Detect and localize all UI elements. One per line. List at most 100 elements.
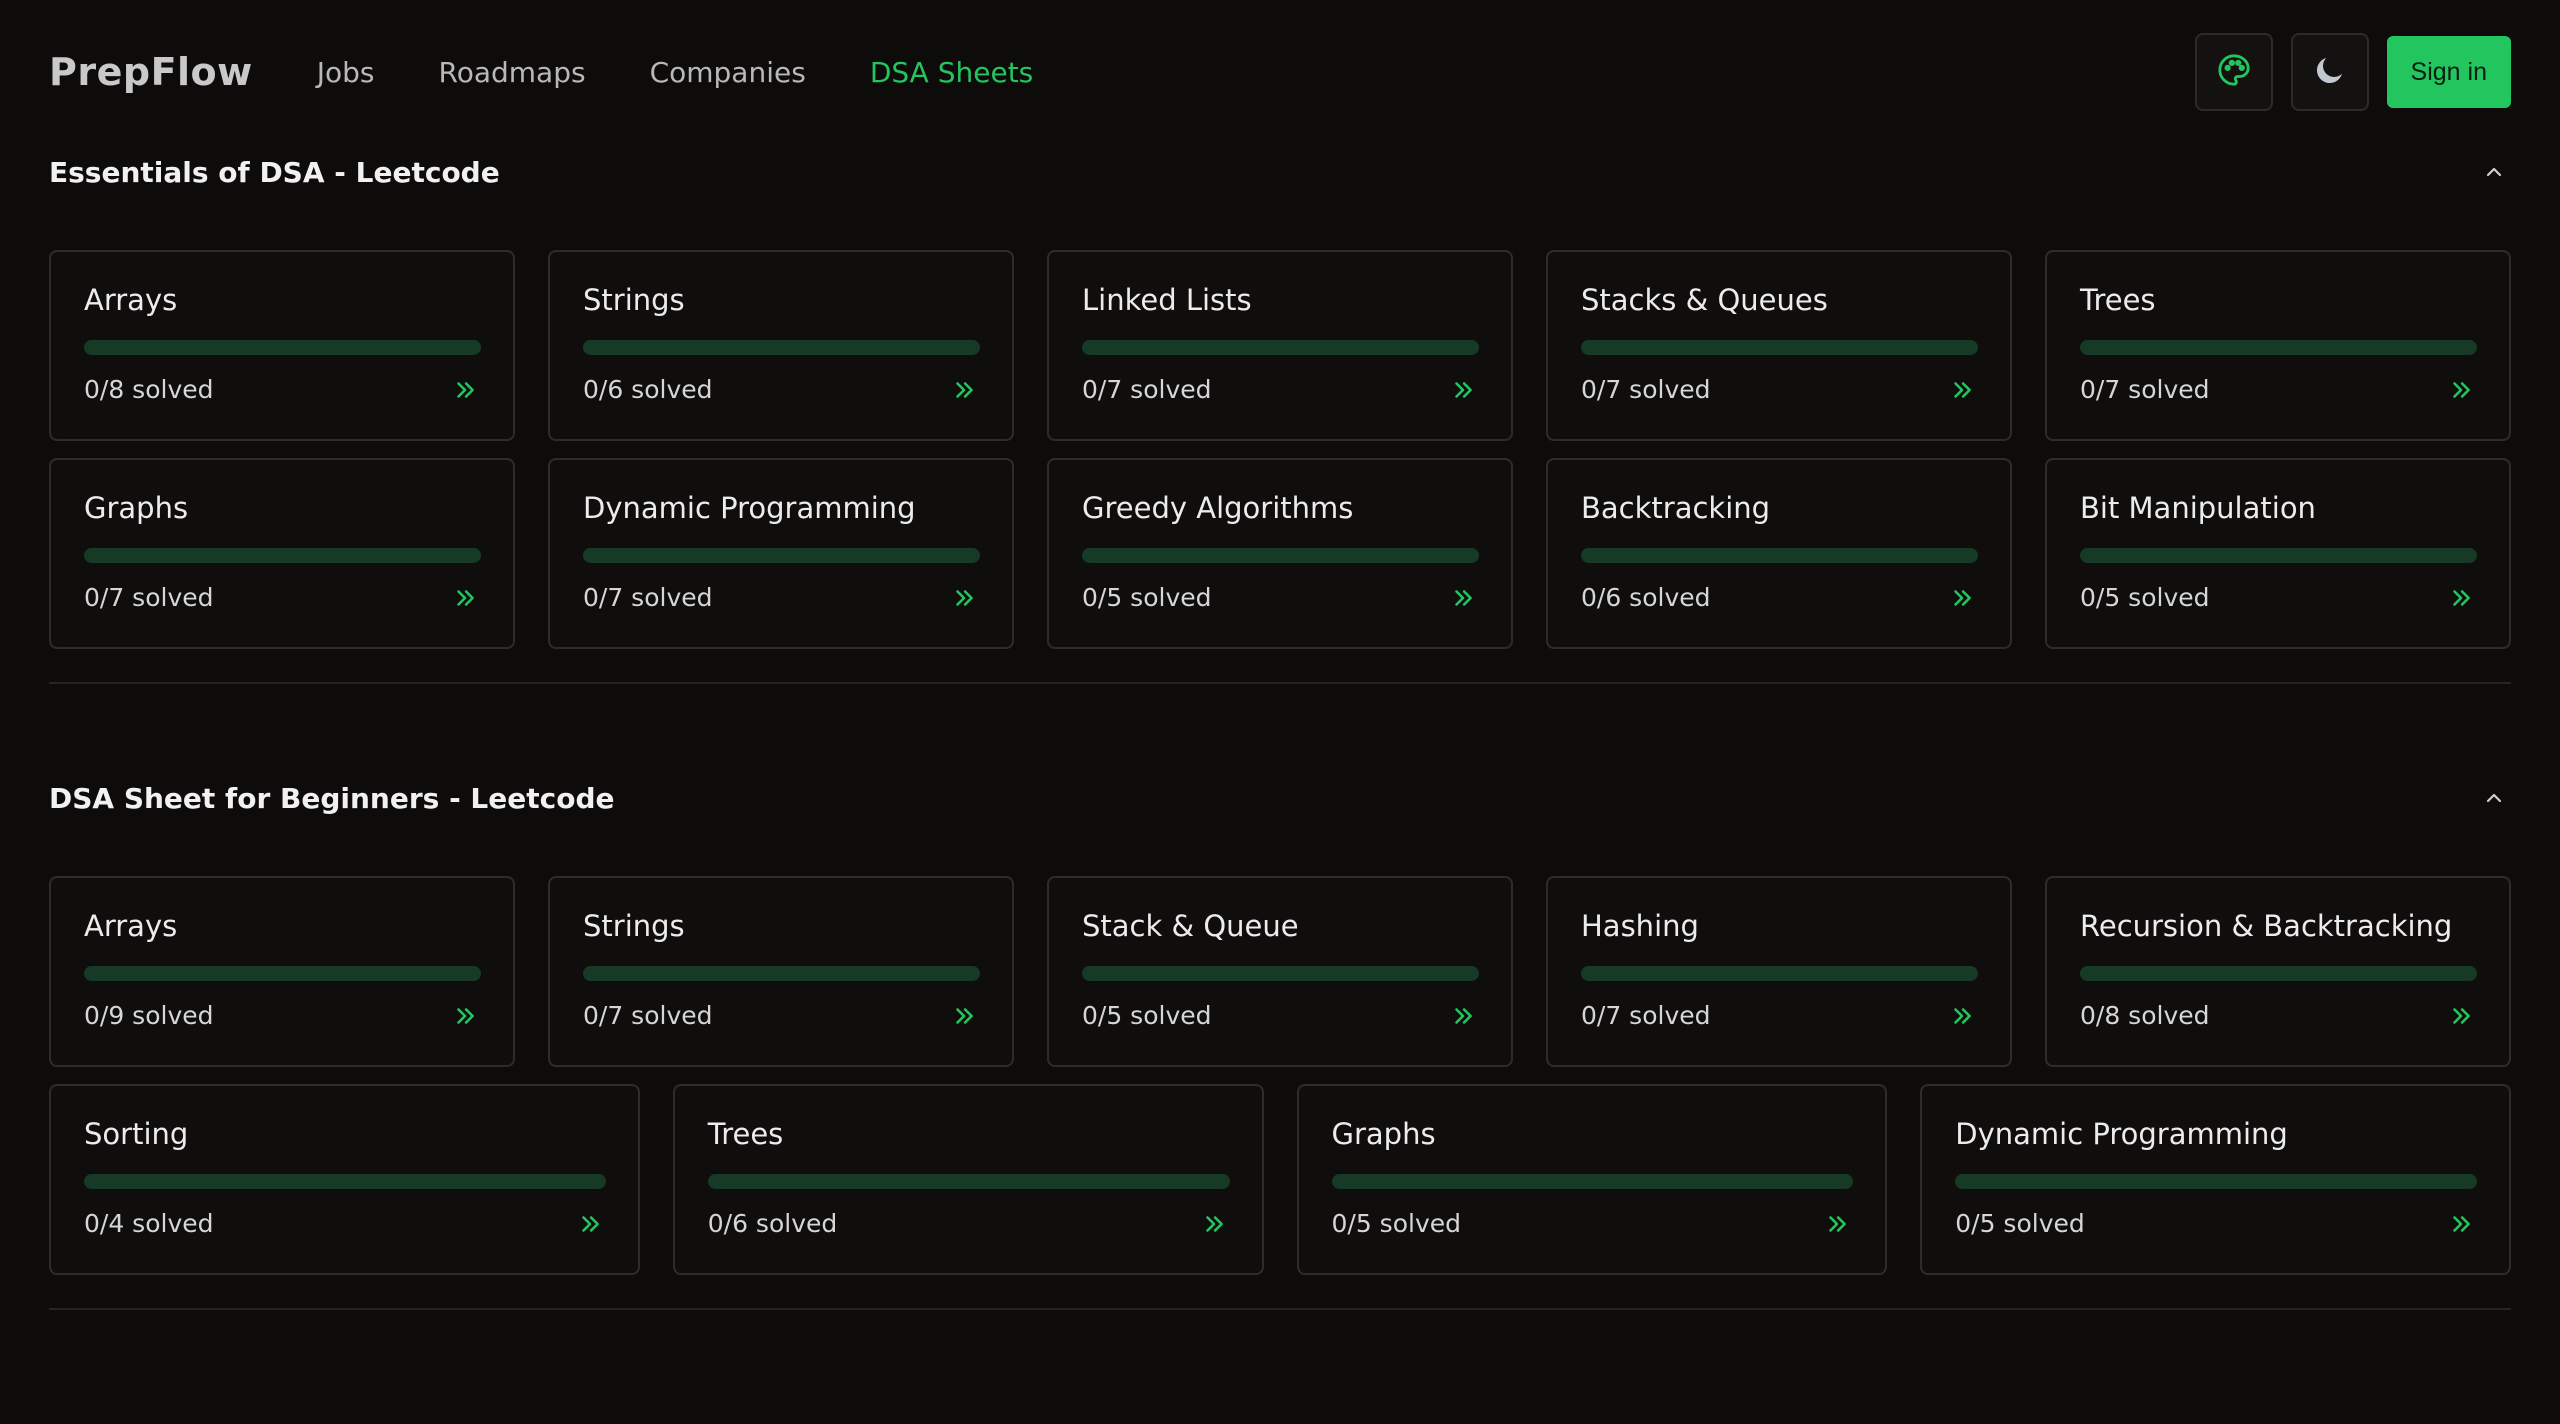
- card-footer: 0/5 solved: [1332, 1209, 1854, 1238]
- chevrons-right-icon[interactable]: [1948, 376, 1976, 404]
- topic-title: Sorting: [84, 1117, 189, 1151]
- card-footer: 0/7 solved: [84, 583, 481, 612]
- progress-bar: [1581, 548, 1978, 563]
- card-footer: 0/6 solved: [708, 1209, 1230, 1238]
- topic-title: Arrays: [84, 909, 178, 943]
- page: PrepFlow Jobs Roadmaps Companies DSA She…: [0, 0, 2560, 1424]
- topic-title: Arrays: [84, 283, 178, 317]
- solved-count: 0/5 solved: [2080, 583, 2210, 612]
- chevrons-right-icon[interactable]: [950, 584, 978, 612]
- card-footer: 0/7 solved: [1581, 1001, 1978, 1030]
- topic-card-trees[interactable]: Trees 0/7 solved: [2045, 250, 2511, 441]
- topic-card-bit-manipulation[interactable]: Bit Manipulation 0/5 solved: [2045, 458, 2511, 649]
- chevron-up-icon[interactable]: [2479, 157, 2509, 187]
- progress-bar: [1082, 340, 1479, 355]
- chevrons-right-icon[interactable]: [950, 1002, 978, 1030]
- topic-card-dynamic-programming[interactable]: Dynamic Programming 0/5 solved: [1920, 1084, 2511, 1275]
- topic-title: Bit Manipulation: [2080, 491, 2316, 525]
- topic-card-greedy-algorithms[interactable]: Greedy Algorithms 0/5 solved: [1047, 458, 1513, 649]
- topic-card-backtracking[interactable]: Backtracking 0/6 solved: [1546, 458, 2012, 649]
- chevrons-right-icon[interactable]: [950, 376, 978, 404]
- nav-roadmaps[interactable]: Roadmaps: [439, 56, 586, 89]
- solved-count: 0/7 solved: [583, 583, 713, 612]
- palette-icon: [2217, 53, 2251, 91]
- topic-title: Backtracking: [1581, 491, 1771, 525]
- topic-card-trees[interactable]: Trees 0/6 solved: [672, 1084, 1264, 1275]
- chevrons-right-icon[interactable]: [1200, 1210, 1228, 1238]
- topic-card-strings[interactable]: Strings 0/7 solved: [548, 876, 1014, 1067]
- topic-card-stacks-and-queues[interactable]: Stacks & Queues 0/7 solved: [1546, 250, 2012, 441]
- topic-title: Graphs: [84, 491, 189, 525]
- chevrons-right-icon[interactable]: [2447, 376, 2475, 404]
- progress-bar: [1082, 548, 1479, 563]
- chevrons-right-icon[interactable]: [1948, 1002, 1976, 1030]
- chevrons-right-icon[interactable]: [451, 1002, 479, 1030]
- section-header: DSA Sheet for Beginners - Leetcode: [49, 770, 2511, 826]
- progress-bar: [84, 966, 481, 981]
- chevrons-right-icon[interactable]: [2447, 1002, 2475, 1030]
- progress-bar: [84, 340, 481, 355]
- solved-count: 0/5 solved: [1331, 1209, 1462, 1238]
- chevrons-right-icon[interactable]: [2447, 1210, 2475, 1238]
- topic-card-hashing[interactable]: Hashing 0/7 solved: [1546, 876, 2012, 1067]
- solved-count: 0/7 solved: [84, 583, 214, 612]
- top-nav: PrepFlow Jobs Roadmaps Companies DSA She…: [49, 0, 2511, 144]
- chevrons-right-icon[interactable]: [1449, 1002, 1477, 1030]
- nav-jobs[interactable]: Jobs: [317, 56, 375, 89]
- nav-dsa-sheets[interactable]: DSA Sheets: [870, 56, 1033, 89]
- card-footer: 0/5 solved: [1955, 1209, 2477, 1238]
- topic-card-stack-and-queue[interactable]: Stack & Queue 0/5 solved: [1047, 876, 1513, 1067]
- topic-title: Stack & Queue: [1082, 909, 1299, 943]
- chevrons-right-icon[interactable]: [2447, 584, 2475, 612]
- solved-count: 0/7 solved: [1082, 375, 1212, 404]
- logo[interactable]: PrepFlow: [49, 50, 253, 94]
- chevrons-right-icon[interactable]: [451, 584, 479, 612]
- section-header: Essentials of DSA - Leetcode: [49, 144, 2511, 200]
- topic-card-dynamic-programming[interactable]: Dynamic Programming 0/7 solved: [548, 458, 1014, 649]
- topic-title: Recursion & Backtracking: [2080, 909, 2453, 943]
- card-footer: 0/6 solved: [1581, 583, 1978, 612]
- topic-card-arrays[interactable]: Arrays 0/8 solved: [49, 250, 515, 441]
- solved-count: 0/5 solved: [1955, 1209, 2085, 1238]
- chevrons-right-icon[interactable]: [576, 1210, 604, 1238]
- topic-card-sorting[interactable]: Sorting 0/4 solved: [49, 1084, 640, 1275]
- progress-bar: [1955, 1174, 2477, 1189]
- nav-links: Jobs Roadmaps Companies DSA Sheets: [317, 56, 1098, 89]
- progress-bar: [84, 1174, 606, 1189]
- sign-in-button[interactable]: Sign in: [2386, 36, 2511, 108]
- progress-bar: [84, 548, 481, 563]
- topic-title: Strings: [583, 283, 685, 317]
- section-title: Essentials of DSA - Leetcode: [49, 155, 500, 189]
- progress-bar: [583, 340, 980, 355]
- progress-bar: [1581, 340, 1978, 355]
- chevron-up-icon[interactable]: [2479, 783, 2509, 813]
- progress-bar: [1082, 966, 1479, 981]
- topic-card-graphs[interactable]: Graphs 0/7 solved: [49, 458, 515, 649]
- topic-title: Trees: [2080, 283, 2156, 317]
- nav-companies[interactable]: Companies: [650, 56, 806, 89]
- card-footer: 0/7 solved: [583, 1001, 980, 1030]
- solved-count: 0/5 solved: [1082, 583, 1212, 612]
- topic-card-strings[interactable]: Strings 0/6 solved: [548, 250, 1014, 441]
- card-footer: 0/7 solved: [1082, 375, 1479, 404]
- chevrons-right-icon[interactable]: [1823, 1210, 1851, 1238]
- theme-toggle-button[interactable]: [2290, 33, 2369, 111]
- card-footer: 0/8 solved: [84, 375, 481, 404]
- chevrons-right-icon[interactable]: [451, 376, 479, 404]
- palette-button[interactable]: [2194, 33, 2273, 111]
- topic-card-graphs[interactable]: Graphs 0/5 solved: [1296, 1084, 1888, 1275]
- chevrons-right-icon[interactable]: [1449, 376, 1477, 404]
- chevrons-right-icon[interactable]: [1449, 584, 1477, 612]
- header-actions: Sign in: [2194, 33, 2511, 111]
- progress-bar: [707, 1174, 1230, 1189]
- solved-count: 0/9 solved: [84, 1001, 214, 1030]
- topic-card-arrays[interactable]: Arrays 0/9 solved: [49, 876, 515, 1067]
- topic-card-linked-lists[interactable]: Linked Lists 0/7 solved: [1047, 250, 1513, 441]
- card-footer: 0/9 solved: [84, 1001, 481, 1030]
- topic-card-recursion-and-backtracking[interactable]: Recursion & Backtracking 0/8 solved: [2045, 876, 2511, 1067]
- topic-title: Graphs: [1331, 1117, 1436, 1151]
- topic-title: Linked Lists: [1082, 283, 1252, 317]
- solved-count: 0/7 solved: [583, 1001, 713, 1030]
- progress-bar: [1581, 966, 1978, 981]
- chevrons-right-icon[interactable]: [1948, 584, 1976, 612]
